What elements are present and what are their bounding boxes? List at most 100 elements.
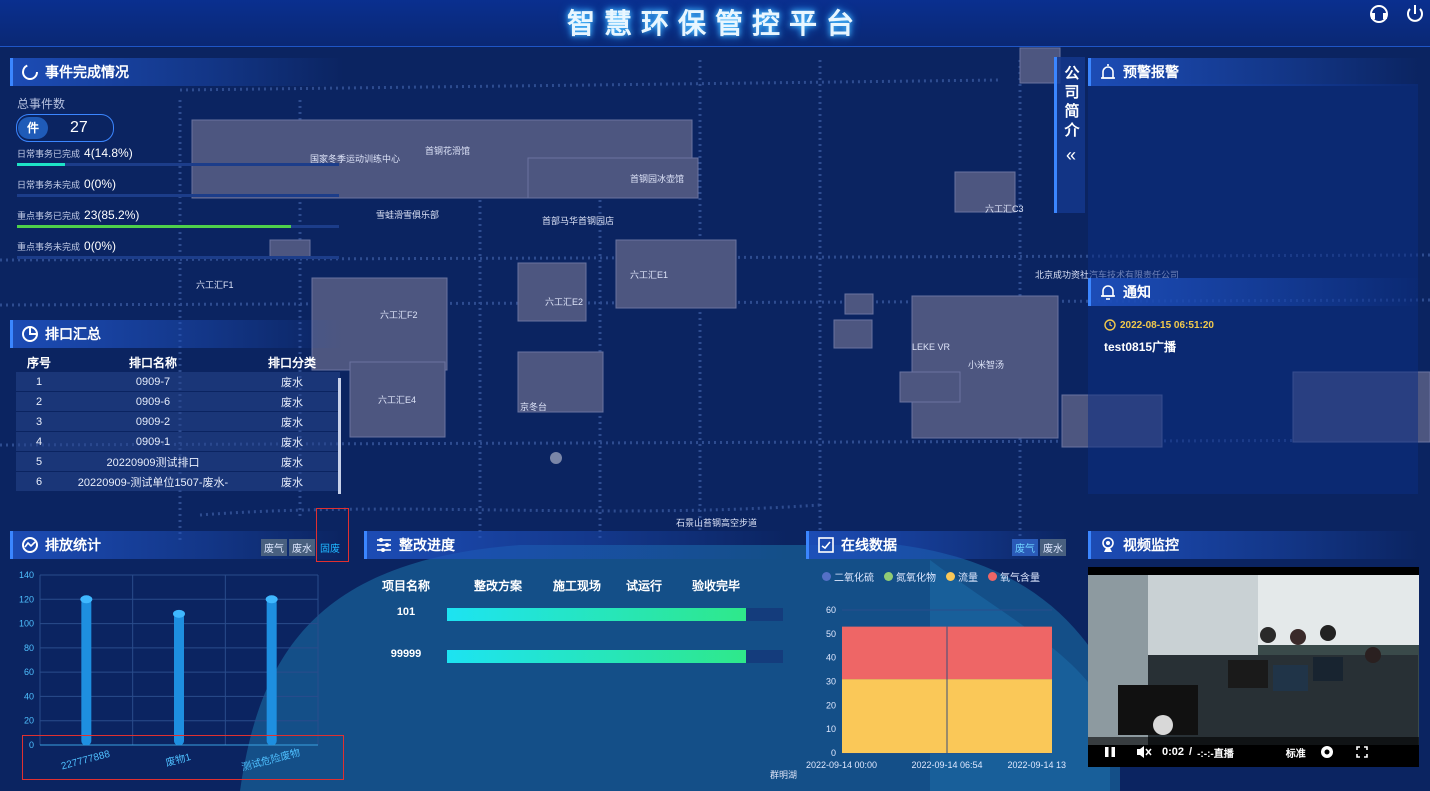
rectify-progress-track <box>447 608 783 621</box>
legend-dot-icon <box>988 572 997 581</box>
online-area-chart[interactable]: 0 10 20 30 40 50 60 2022-09-14 00:00 2022-09-14 … <box>806 600 1072 775</box>
notice-item[interactable]: 2022-08-15 06:51:20 <box>1104 319 1214 331</box>
tab-online-water[interactable]: 废水 <box>1040 539 1066 556</box>
notice-panel-title: 通知 <box>1088 278 1421 306</box>
event-item-value: 0(0%) <box>84 239 117 253</box>
bar <box>81 599 92 745</box>
table-row[interactable]: 2 0909-6 废水 <box>16 392 340 411</box>
map-label: 六工汇E4 <box>378 394 416 405</box>
table-row[interactable]: 6 20220909-测试单位1507-废水- 废水 <box>16 472 340 491</box>
cell-category: 废水 <box>281 396 303 409</box>
company-intro-tab[interactable]: 公司简介 « <box>1054 57 1085 213</box>
unit-label: 件 <box>18 117 48 139</box>
tab-waste-water[interactable]: 废水 <box>289 539 315 556</box>
cell-index: 4 <box>35 435 43 448</box>
chart-check-icon <box>818 537 834 553</box>
collapse-arrow-icon[interactable]: « <box>1057 145 1085 166</box>
event-item-line: 重点事务已完成 23(85.2%) <box>17 208 339 222</box>
tab-waste-gas[interactable]: 废气 <box>261 539 287 556</box>
cell-index: 1 <box>35 375 43 388</box>
map-label: 京冬台 <box>520 401 547 412</box>
screenshot-icon[interactable] <box>1320 745 1334 759</box>
outfall-panel-title: 排口汇总 <box>10 320 343 348</box>
highlight-box <box>316 508 349 562</box>
cell-name: 0909-1 <box>135 435 171 448</box>
mute-icon[interactable] <box>1136 745 1152 759</box>
event-progress-track <box>17 194 339 197</box>
pause-icon[interactable] <box>1104 746 1116 758</box>
event-item: 重点事务未完成 0(0%) <box>17 239 339 259</box>
event-item-line: 日常事务已完成 4(14.8%) <box>17 146 339 160</box>
table-row[interactable]: 3 0909-2 废水 <box>16 412 340 431</box>
y-tick-label: 60 <box>24 667 34 677</box>
legend-dot-icon <box>822 572 831 581</box>
map-label: 小米智汤 <box>968 359 1004 370</box>
event-progress-fill <box>17 163 65 166</box>
emission-title: 排放统计 <box>45 537 101 553</box>
event-item: 日常事务未完成 0(0%) <box>17 177 339 197</box>
y-tick-label: 40 <box>826 653 836 663</box>
power-icon[interactable] <box>1404 3 1426 25</box>
y-tick-label: 120 <box>19 594 34 604</box>
rectify-header: 项目名称 整改方案 施工现场 试运行 验收完毕 <box>376 577 786 594</box>
cell-index: 2 <box>35 395 43 408</box>
legend-item[interactable]: 氧气含量 <box>988 569 1040 584</box>
table-header: 序号 排口名称 排口分类 <box>16 352 340 372</box>
table-row[interactable]: 4 0909-1 废水 <box>16 432 340 451</box>
legend-item[interactable]: 氮氧化物 <box>884 569 936 584</box>
cell-category: 废水 <box>281 416 303 429</box>
event-progress-fill <box>17 225 292 228</box>
event-item-value: 0(0%) <box>84 177 117 191</box>
legend-item[interactable]: 二氧化硫 <box>822 569 874 584</box>
bar-cap <box>173 609 185 618</box>
events-panel-title: 事件完成情况 <box>10 58 343 86</box>
y-tick-label: 140 <box>19 570 34 580</box>
cell-name: 20220909-测试单位1507-废水- <box>77 476 229 489</box>
total-events-label: 总事件数 <box>17 97 66 111</box>
event-progress-track <box>17 256 339 259</box>
cell-name: 0909-7 <box>135 375 171 388</box>
table-scrollbar[interactable] <box>338 378 341 494</box>
legend-item[interactable]: 流量 <box>946 569 978 584</box>
tab-online-gas[interactable]: 废气 <box>1012 539 1038 556</box>
fullscreen-icon[interactable] <box>1355 746 1368 758</box>
map-label: 首部马华首钢园店 <box>542 215 614 226</box>
bar-cap <box>80 595 93 604</box>
online-legend[interactable]: 二氧化硫 氮氧化物 流量 氧气含量 <box>822 568 1050 586</box>
table-row[interactable]: 5 20220909测试排口 废水 <box>16 452 340 471</box>
cell-name: 0909-6 <box>135 395 171 408</box>
page-title: 智慧环保管控平台 <box>566 8 863 39</box>
legend-label: 二氧化硫 <box>834 573 874 584</box>
event-item: 重点事务已完成 23(85.2%) <box>17 208 339 228</box>
map-label: 雪蛙滑雪俱乐部 <box>376 209 439 220</box>
bell-icon <box>1101 285 1115 300</box>
events-title: 事件完成情况 <box>45 64 129 80</box>
headset-icon[interactable] <box>1368 3 1390 25</box>
legend-label: 氮氧化物 <box>896 573 936 584</box>
map-label: 六工汇F2 <box>380 309 418 320</box>
map-label: 六工汇E2 <box>545 296 583 307</box>
video-panel-title: 视频监控 <box>1088 531 1421 559</box>
x-tick-label: 2022-09-14 00:00 <box>806 760 877 770</box>
y-tick-label: 30 <box>826 677 836 687</box>
y-tick-label: 100 <box>19 619 34 629</box>
rectify-progress-fill <box>447 650 747 663</box>
highlight-box <box>22 735 344 780</box>
video-live: -:-:-直播 <box>1197 748 1234 760</box>
cell-index: 3 <box>35 415 43 428</box>
table-body[interactable]: 1 0909-7 废水 2 0909-6 废水 3 0909-2 废水 4 0909-1 废水 5 202… <box>16 372 340 491</box>
video-quality[interactable]: 标准 <box>1286 745 1306 760</box>
table-row[interactable]: 1 0909-7 废水 <box>16 372 340 391</box>
rectify-project-name: 101 <box>396 606 416 618</box>
rectify-title: 整改进度 <box>399 537 455 553</box>
cell-category: 废水 <box>281 476 303 489</box>
rectify-progress-track <box>447 650 783 663</box>
video-player[interactable]: 0:02 / -:-:-直播 标准 <box>1088 567 1419 767</box>
y-tick-label: 0 <box>831 748 836 758</box>
top-header: 智慧环保管控平台 <box>0 0 1430 47</box>
notice-content[interactable]: test0815广播 <box>1104 338 1176 355</box>
header-index: 序号 <box>26 355 51 370</box>
rectify-col-name: 项目名称 <box>381 579 430 593</box>
y-tick-label: 20 <box>826 700 836 710</box>
clock-icon <box>1104 319 1116 331</box>
